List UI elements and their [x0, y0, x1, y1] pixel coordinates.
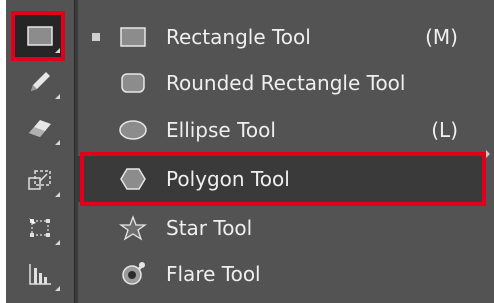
flyout-edge-arrow-icon [486, 150, 490, 158]
pencil-tool-icon [31, 72, 50, 91]
menu-item-shortcut: (M) [425, 25, 458, 49]
menu-item-label: Flare Tool [166, 262, 261, 286]
menu-item-label: Rectangle Tool [166, 25, 311, 49]
free-transform-tool-icon [29, 218, 50, 237]
menu-item-label: Star Tool [166, 216, 253, 240]
graph-tool-icon [29, 264, 51, 285]
star-icon [118, 214, 148, 242]
scale-tool-icon [28, 170, 51, 190]
checked-indicator-icon [92, 33, 100, 41]
menu-item-label: Rounded Rectangle Tool [166, 71, 406, 95]
polygon-tool-highlight-box [80, 152, 486, 206]
menu-item-star-tool[interactable]: Star Tool [78, 205, 482, 251]
menu-item-shortcut: (L) [431, 118, 458, 142]
menu-item-rounded-rectangle-tool[interactable]: Rounded Rectangle Tool [78, 60, 482, 106]
menu-item-ellipse-tool[interactable]: Ellipse Tool (L) [78, 107, 482, 153]
menu-item-flare-tool[interactable]: Flare Tool [78, 251, 482, 297]
graph-tool-button[interactable] [15, 252, 65, 296]
eraser-tool-icon [29, 120, 51, 137]
flare-icon [118, 260, 148, 288]
rounded-rectangle-icon [118, 69, 148, 97]
eraser-tool-button[interactable] [15, 106, 65, 150]
rectangle-icon [118, 23, 148, 51]
pencil-tool-button[interactable] [15, 60, 65, 104]
menu-item-rectangle-tool[interactable]: Rectangle Tool (M) [78, 14, 482, 60]
toolbar-highlight-box [11, 11, 65, 61]
scale-tool-button[interactable] [15, 158, 65, 202]
ellipse-icon [118, 116, 148, 144]
free-transform-tool-button[interactable] [15, 206, 65, 250]
menu-item-label: Ellipse Tool [166, 118, 276, 142]
